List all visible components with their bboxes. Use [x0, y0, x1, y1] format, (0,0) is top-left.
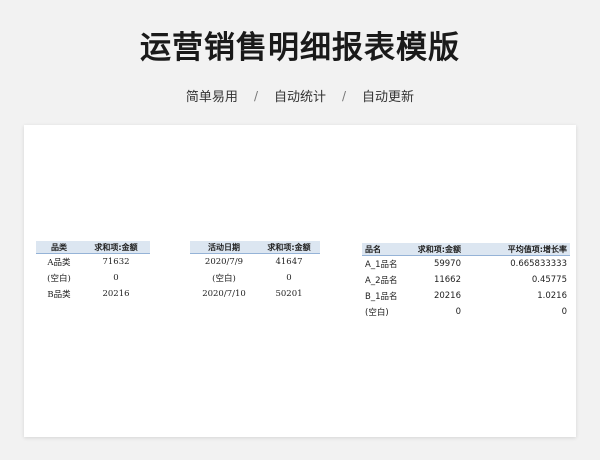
table-cell: 0.665833333: [510, 259, 567, 269]
table-cell: 0: [561, 307, 567, 317]
table-cell: 0: [113, 273, 119, 283]
table-cell: 11662: [433, 275, 461, 285]
column-header: 求和项:金额: [408, 243, 464, 256]
table-cell: 0.45775: [531, 275, 567, 285]
table-cell: (空白): [365, 308, 389, 318]
table-cell: 20216: [102, 289, 130, 299]
date-pivot-table: 活动日期 求和项:金额 2020/7/9 41647 (空白) 0 2020/7…: [190, 241, 320, 302]
column-header: 求和项:金额: [258, 241, 320, 254]
product-pivot-table: 品名 求和项:金额 平均值项:增长率 A_1品名 59970 0.6658333…: [362, 243, 570, 320]
spreadsheet-preview: 品类 求和项:金额 A品类 71632 (空白) 0 B品类 20216 活动日…: [24, 125, 576, 437]
table-row: A_2品名 11662 0.45775: [362, 272, 570, 288]
table-cell: A品类: [47, 258, 71, 268]
table-row: B_1品名 20216 1.0216: [362, 288, 570, 304]
table-cell: 59970: [433, 259, 461, 269]
feature-auto-stats: 自动统计: [273, 90, 326, 105]
table-row: 2020/7/9 41647: [190, 254, 320, 271]
table-row: A品类 71632: [36, 254, 150, 271]
table-cell: 0: [286, 273, 292, 283]
table-cell: (空白): [47, 274, 71, 284]
table-row: (空白) 0: [36, 270, 150, 286]
page-title: 运营销售明细报表模版: [140, 30, 460, 66]
category-pivot-table: 品类 求和项:金额 A品类 71632 (空白) 0 B品类 20216: [36, 241, 150, 302]
table-cell: 71632: [102, 257, 130, 267]
table-header-row: 品名 求和项:金额 平均值项:增长率: [362, 243, 570, 256]
column-header: 品名: [362, 243, 408, 256]
separator: /: [342, 88, 347, 103]
table-cell: 41647: [275, 257, 303, 267]
column-header: 求和项:金额: [82, 241, 150, 254]
table-cell: 2020/7/10: [202, 289, 246, 299]
table-row: (空白) 0 0: [362, 304, 570, 320]
table-cell: (空白): [212, 274, 236, 284]
table-header-row: 活动日期 求和项:金额: [190, 241, 320, 254]
table-cell: B_1品名: [365, 292, 398, 302]
table-row: (空白) 0: [190, 270, 320, 286]
table-cell: 50201: [275, 289, 303, 299]
table-cell: 1.0216: [537, 291, 567, 301]
table-cell: A_2品名: [365, 276, 398, 286]
subtitle-bar: 简单易用 / 自动统计 / 自动更新: [0, 86, 600, 106]
table-cell: B品类: [47, 290, 71, 300]
separator: /: [253, 88, 258, 103]
table-cell: 20216: [433, 291, 461, 301]
table-cell: A_1品名: [365, 260, 398, 270]
feature-auto-update: 自动更新: [362, 90, 415, 105]
table-cell: 2020/7/9: [204, 257, 244, 267]
table-row: 2020/7/10 50201: [190, 286, 320, 302]
feature-easy: 简单易用: [185, 90, 238, 105]
column-header: 活动日期: [190, 241, 258, 254]
table-row: A_1品名 59970 0.665833333: [362, 256, 570, 273]
column-header: 品类: [36, 241, 82, 254]
column-header: 平均值项:增长率: [464, 243, 570, 256]
table-cell: 0: [455, 307, 461, 317]
table-header-row: 品类 求和项:金额: [36, 241, 150, 254]
table-row: B品类 20216: [36, 286, 150, 302]
